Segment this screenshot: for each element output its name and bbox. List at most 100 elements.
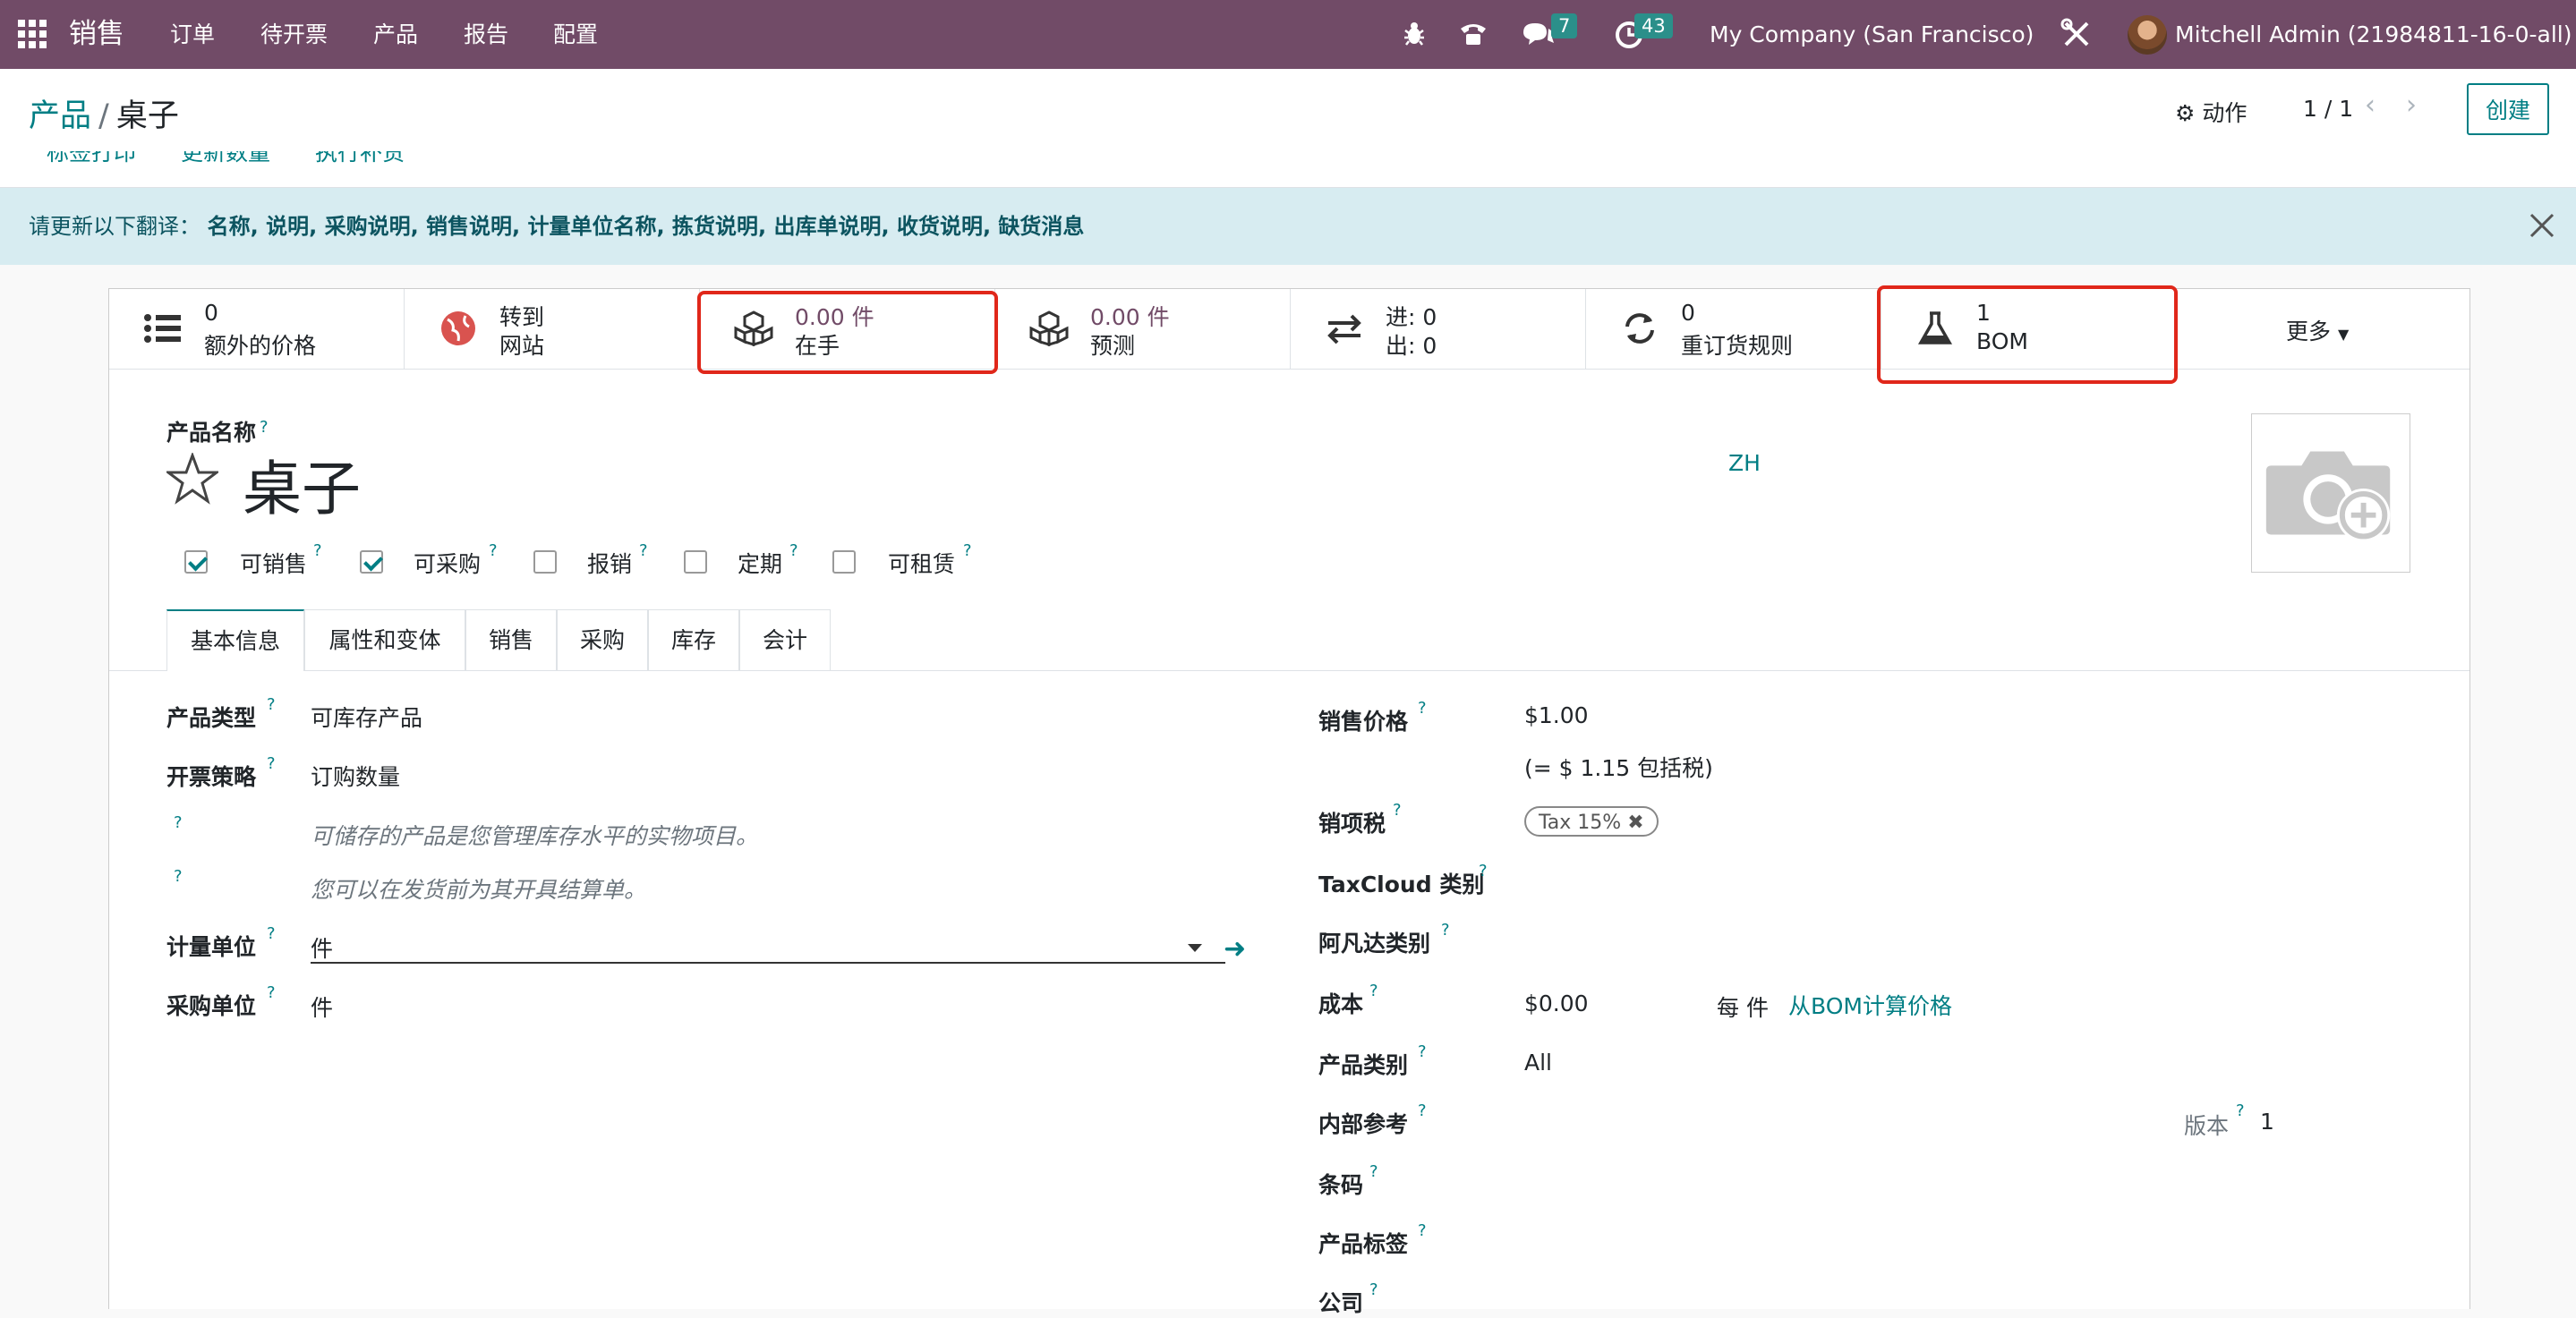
create-button[interactable]: 创建 [2467,83,2549,135]
forecast-button[interactable]: 0.00 件 预测 [995,289,1291,369]
action-button[interactable]: ⚙ 动作 [2175,96,2247,128]
help-icon[interactable]: ? [1393,801,1402,820]
help-icon[interactable]: ? [789,541,798,560]
phone-icon[interactable] [1455,16,1491,52]
pager-value[interactable]: 1 / 1 [2303,96,2353,122]
help-icon[interactable]: ? [1369,982,1378,1000]
user-avatar[interactable] [2128,15,2167,55]
bug-icon[interactable] [1396,16,1432,52]
control-panel: 产品 / 桌子 ⚙ 动作 1 / 1 ‹ › 创建 [0,69,2576,152]
help-icon[interactable]: ? [267,695,276,714]
product-category-value[interactable]: All [1524,1050,1552,1076]
help-icon[interactable]: ? [1418,1101,1427,1120]
tab-general-info[interactable]: 基本信息 [166,609,304,671]
breadcrumb-separator: / [98,98,109,134]
product-name[interactable]: 桌子 [243,441,361,527]
menu-configuration[interactable]: 配置 [553,0,598,69]
go-to-website-button[interactable]: 转到 网站 [405,289,700,369]
barcode-label: 条码 [1318,1172,1364,1198]
can-be-rented-label: 可租赁 [888,551,956,577]
breadcrumb-products-link[interactable]: 产品 [29,98,91,134]
uom-label: 计量单位 [166,934,257,960]
help-icon[interactable]: ? [1418,699,1427,718]
help-icon[interactable]: ? [489,541,498,560]
help-icon[interactable]: ? [1369,1162,1378,1181]
chevron-down-icon[interactable] [1188,944,1202,952]
company-switcher[interactable]: My Company (San Francisco) [1710,0,2034,69]
sales-price-value[interactable]: $1.00 [1524,702,1589,728]
recurring-checkbox[interactable] [684,550,707,574]
product-type-value[interactable]: 可库存产品 [311,701,422,733]
help-icon[interactable]: ? [963,541,972,560]
close-icon[interactable] [2526,209,2558,242]
alert-fields[interactable]: 名称, 说明, 采购说明, 销售说明, 计量单位名称, 拣货说明, 出库单说明,… [208,214,1085,239]
breadcrumb-current: 桌子 [115,98,179,134]
apps-menu-icon[interactable] [18,20,47,48]
help-icon[interactable]: ? [1479,862,1488,880]
remove-tag-icon[interactable]: ✖ [1627,812,1643,834]
chat-icon[interactable] [1520,16,1556,52]
product-category-label: 产品类别 [1318,1052,1409,1078]
tab-inventory[interactable]: 库存 [648,609,739,670]
in-out-button[interactable]: 进: 0 出: 0 [1291,289,1586,369]
star-icon[interactable] [166,453,218,505]
help-icon[interactable]: ? [267,983,276,1002]
help-icon[interactable]: ? [2236,1101,2245,1120]
help-icon[interactable]: ? [267,924,276,943]
pager-previous-icon[interactable]: ‹ [2365,92,2388,119]
invoice-policy-value[interactable]: 订购数量 [311,760,400,792]
menu-reporting[interactable]: 报告 [464,0,508,69]
globe-icon [441,311,475,345]
recurring-label: 定期 [738,551,783,577]
app-brand[interactable]: 销售 [69,0,124,69]
menu-orders[interactable]: 订单 [170,0,215,69]
product-image[interactable] [2251,413,2410,573]
uom-select[interactable]: 件 [311,931,333,964]
reordering-rules-button[interactable]: 0 重订货规则 [1586,289,1881,369]
help-icon[interactable]: ? [267,754,276,773]
cost-value[interactable]: $0.00 [1524,991,1589,1016]
can-be-expensed-checkbox[interactable] [533,550,557,574]
can-be-sold-checkbox[interactable] [184,550,208,574]
more-button[interactable]: 更多 ▼ [2286,314,2349,346]
extra-prices-value: 0 [204,300,218,326]
debug-tools-icon[interactable] [2059,16,2094,52]
cubes-icon [1029,310,1069,346]
can-be-purchased-checkbox[interactable] [360,550,383,574]
extra-prices-label: 额外的价格 [204,333,317,359]
arrow-right-icon[interactable]: ➜ [1224,933,1246,965]
help-icon[interactable]: ? [260,418,269,437]
help-icon[interactable]: ? [313,541,322,560]
breadcrumb: 产品 / 桌子 [29,90,179,136]
compute-price-from-bom-link[interactable]: 从BOM计算价格 [1788,989,1952,1021]
help-icon[interactable]: ? [1369,1280,1378,1299]
tab-accounting[interactable]: 会计 [739,609,831,670]
tab-sales[interactable]: 销售 [465,609,557,670]
tab-attributes-variants[interactable]: 属性和变体 [304,609,465,670]
extra-prices-button[interactable]: 0 额外的价格 [109,289,405,369]
tax-tag[interactable]: Tax 15% ✖ [1524,806,1659,837]
taxcloud-category-label: TaxCloud 类别 [1318,872,1485,897]
forecast-value: 0.00 件 [1090,304,1170,330]
print-labels-button[interactable]: 标签打印 [47,151,136,167]
help-icon[interactable]: ? [639,541,648,560]
user-menu[interactable]: Mitchell Admin (21984811-16-0-all) [2175,0,2572,69]
menu-products[interactable]: 产品 [373,0,418,69]
activities-badge: 43 [1634,13,1673,38]
replenish-button[interactable]: 执行补货 [315,151,405,167]
help-icon[interactable]: ? [1418,1221,1427,1240]
update-quantity-button[interactable]: 更新数量 [181,151,270,167]
can-be-rented-checkbox[interactable] [832,550,856,574]
purchase-uom-value[interactable]: 件 [311,991,333,1023]
help-icon[interactable]: ? [1418,1042,1427,1061]
help-icon[interactable]: ? [1441,921,1450,940]
website-value: 转到 [499,304,545,330]
product-tags-label: 产品标签 [1318,1231,1409,1257]
help-icon[interactable]: ? [174,813,183,832]
tab-purchase[interactable]: 采购 [557,609,648,670]
help-icon[interactable]: ? [174,867,183,886]
pager-next-icon[interactable]: › [2406,92,2429,119]
menu-to-invoice[interactable]: 待开票 [260,0,328,69]
translate-button[interactable]: ZH [1728,450,1761,476]
avatax-category-label: 阿凡达类别 [1318,931,1431,957]
